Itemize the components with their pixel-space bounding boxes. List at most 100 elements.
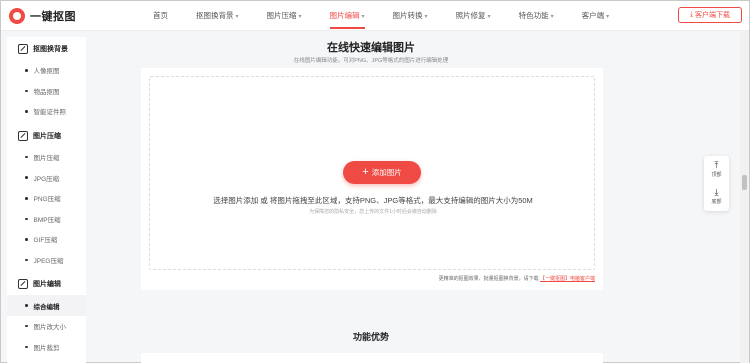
back-to-top-button[interactable]: ⤒ 顶部 (704, 156, 729, 183)
nav-item-label: 图片转换 (392, 11, 423, 20)
sidebar-section-title: 图片编辑 (33, 281, 61, 289)
sidebar-item-label: 图片裁剪 (33, 344, 60, 352)
scrollbar-thumb[interactable] (742, 175, 747, 190)
chevron-down-icon: ▾ (298, 14, 302, 20)
nav-item-1[interactable]: 抠图换背景 ▾ (196, 1, 239, 31)
bullet-icon (25, 176, 28, 179)
bullet-icon (25, 89, 28, 93)
client-tip-text: 更精准的抠图效果、批量抠图换背景，请下载 (438, 276, 539, 282)
bullet-icon (25, 110, 28, 113)
nav-item-label: 首页 (153, 11, 168, 20)
add-image-label: 添加图片 (371, 168, 402, 177)
sidebar-section-title: 抠图换背景 (33, 46, 68, 53)
sidebar-item-label: JPG压缩 (33, 175, 60, 183)
sidebar-section-header: 抠图换背景 (7, 38, 86, 60)
arrow-down-icon: ⤓ (714, 187, 719, 197)
client-download-button[interactable]: ⤓ 客户端下载 (678, 7, 742, 23)
sidebar-item-label: BMP压缩 (33, 216, 61, 224)
sidebar-item[interactable]: GIF压缩 (7, 229, 86, 250)
top-navbar: 一键抠图 首页 抠图换背景 ▾ 图片压缩 ▾ 图片编辑 ▾ 图片转换 ▾ 照片修复 ▾ 特色功能 ▾ 客户… (1, 1, 749, 31)
client-download-label: 客户端下载 (695, 12, 731, 19)
nav-item-7[interactable]: 客户端 ▾ (582, 1, 610, 31)
image-icon (18, 44, 28, 54)
bullet-icon (25, 197, 28, 200)
sidebar-item[interactable]: 图片裁剪 (7, 337, 86, 358)
image-icon (18, 279, 28, 290)
sidebar-section-title: 图片压缩 (33, 132, 61, 140)
sidebar-item-label: 图片改大小 (33, 324, 67, 332)
image-icon (18, 130, 28, 141)
chevron-down-icon: ▾ (606, 14, 610, 20)
bullet-icon (25, 155, 28, 159)
sidebar-item[interactable]: 物品抠图 (7, 81, 86, 102)
bullet-icon (25, 217, 28, 221)
sidebar-item-label: 人像抠图 (33, 68, 60, 76)
download-icon: ⤓ (689, 11, 694, 18)
nav-item-4[interactable]: 图片转换 ▾ (393, 1, 428, 31)
add-image-button[interactable]: + 添加图片 (343, 161, 421, 184)
bullet-icon (25, 238, 28, 241)
nav-item-label: 图片压缩 (266, 11, 297, 20)
sidebar: 抠图换背景 人像抠图 物品抠图 智能证件照 图片压缩 图片压缩 JPG压缩 PNG压缩 BMP压… (7, 37, 86, 363)
sidebar-item-label: PNG压缩 (33, 196, 61, 204)
client-tip-link[interactable]: 【一键抠图】电脑客户端 (540, 276, 595, 282)
sidebar-item-label: 物品抠图 (33, 88, 60, 96)
sidebar-item-label: 图片压缩 (33, 155, 60, 163)
logo-icon (9, 8, 25, 24)
sidebar-item[interactable]: JPEG压缩 (7, 250, 86, 271)
advantages-panel (141, 353, 603, 363)
upload-card: + 添加图片 选择图片添加 或 将图片拖拽至此区域，支持PNG、JPG等格式，最… (141, 68, 603, 290)
sidebar-section-header: 图片压缩 (7, 125, 86, 147)
chevron-down-icon: ▾ (424, 14, 428, 20)
sidebar-item[interactable]: 图片改大小 (7, 316, 86, 337)
chevron-down-icon: ▾ (550, 14, 554, 20)
privacy-note: 为保障您的隐私安全，您上传的文件1小时后会被自动删除 (309, 209, 437, 215)
sidebar-item[interactable]: PNG压缩 (7, 188, 86, 209)
nav-item-5[interactable]: 照片修复 ▾ (456, 1, 491, 31)
nav-item-3[interactable]: 图片编辑 ▾ (329, 1, 365, 31)
bullet-icon (25, 69, 28, 72)
bullet-icon (25, 304, 28, 307)
nav-item-2[interactable]: 图片压缩 ▾ (267, 1, 302, 31)
main-nav: 首页 抠图换背景 ▾ 图片压缩 ▾ 图片编辑 ▾ 图片转换 ▾ 照片修复 ▾ 特色功能 ▾ 客户端 ▾ (153, 1, 609, 31)
page-scrollbar[interactable] (740, 31, 749, 363)
nav-item-label: 抠图换背景 (196, 11, 234, 20)
sidebar-item[interactable]: 智能证件照 (7, 101, 86, 122)
upload-dropzone[interactable]: + 添加图片 选择图片添加 或 将图片拖拽至此区域，支持PNG、JPG等格式，最… (149, 76, 595, 270)
nav-item-label: 特色功能 (518, 11, 549, 20)
sidebar-item[interactable]: 人像抠图 (7, 60, 86, 81)
chevron-down-icon: ▾ (361, 14, 365, 20)
sidebar-item[interactable]: JPG压缩 (7, 167, 86, 188)
sidebar-item-label: 智能证件照 (33, 109, 67, 117)
nav-item-label: 客户端 (581, 11, 605, 20)
page-subtitle: 在线图片编辑功能，可对PNG、JPG等格式的图片进行编辑处理 (293, 58, 449, 64)
sidebar-item-label: JPEG压缩 (33, 258, 64, 266)
logo[interactable]: 一键抠图 (9, 8, 76, 24)
chevron-down-icon: ▾ (235, 14, 239, 20)
page-title: 在线快速编辑图片 (327, 42, 415, 54)
back-to-top-label: 顶部 (711, 172, 722, 178)
bullet-icon (25, 324, 28, 328)
logo-text: 一键抠图 (30, 11, 76, 23)
sidebar-item-label: GIF压缩 (33, 237, 58, 245)
plus-icon: + (362, 166, 369, 178)
bullet-icon (25, 345, 28, 349)
nav-item-label: 图片编辑 (329, 11, 360, 20)
bullet-icon (25, 258, 28, 262)
sidebar-section-header: 图片编辑 (7, 273, 86, 295)
go-to-bottom-button[interactable]: ⤓ 底部 (704, 183, 729, 210)
nav-item-label: 照片修复 (455, 11, 486, 20)
nav-item-6[interactable]: 特色功能 ▾ (519, 1, 554, 31)
dropzone-instructions: 选择图片添加 或 将图片拖拽至此区域，支持PNG、JPG等格式，最大支持编辑的图… (213, 196, 533, 205)
go-to-bottom-label: 底部 (711, 199, 722, 205)
chevron-down-icon: ▾ (487, 14, 491, 20)
sidebar-item[interactable]: 图片压缩 (7, 147, 86, 168)
advantages-title: 功能优势 (352, 332, 389, 342)
sidebar-item[interactable]: 综合编辑 (7, 295, 86, 316)
arrow-up-icon: ⤒ (714, 160, 719, 170)
float-toolbar: ⤒ 顶部 ⤓ 底部 (704, 156, 729, 211)
nav-item-0[interactable]: 首页 (153, 1, 168, 31)
sidebar-item[interactable]: BMP压缩 (7, 209, 86, 230)
sidebar-item-label: 综合编辑 (33, 303, 60, 311)
client-tip: 更精准的抠图效果、批量抠图换背景，请下载 【一键抠图】电脑客户端 (439, 275, 595, 282)
